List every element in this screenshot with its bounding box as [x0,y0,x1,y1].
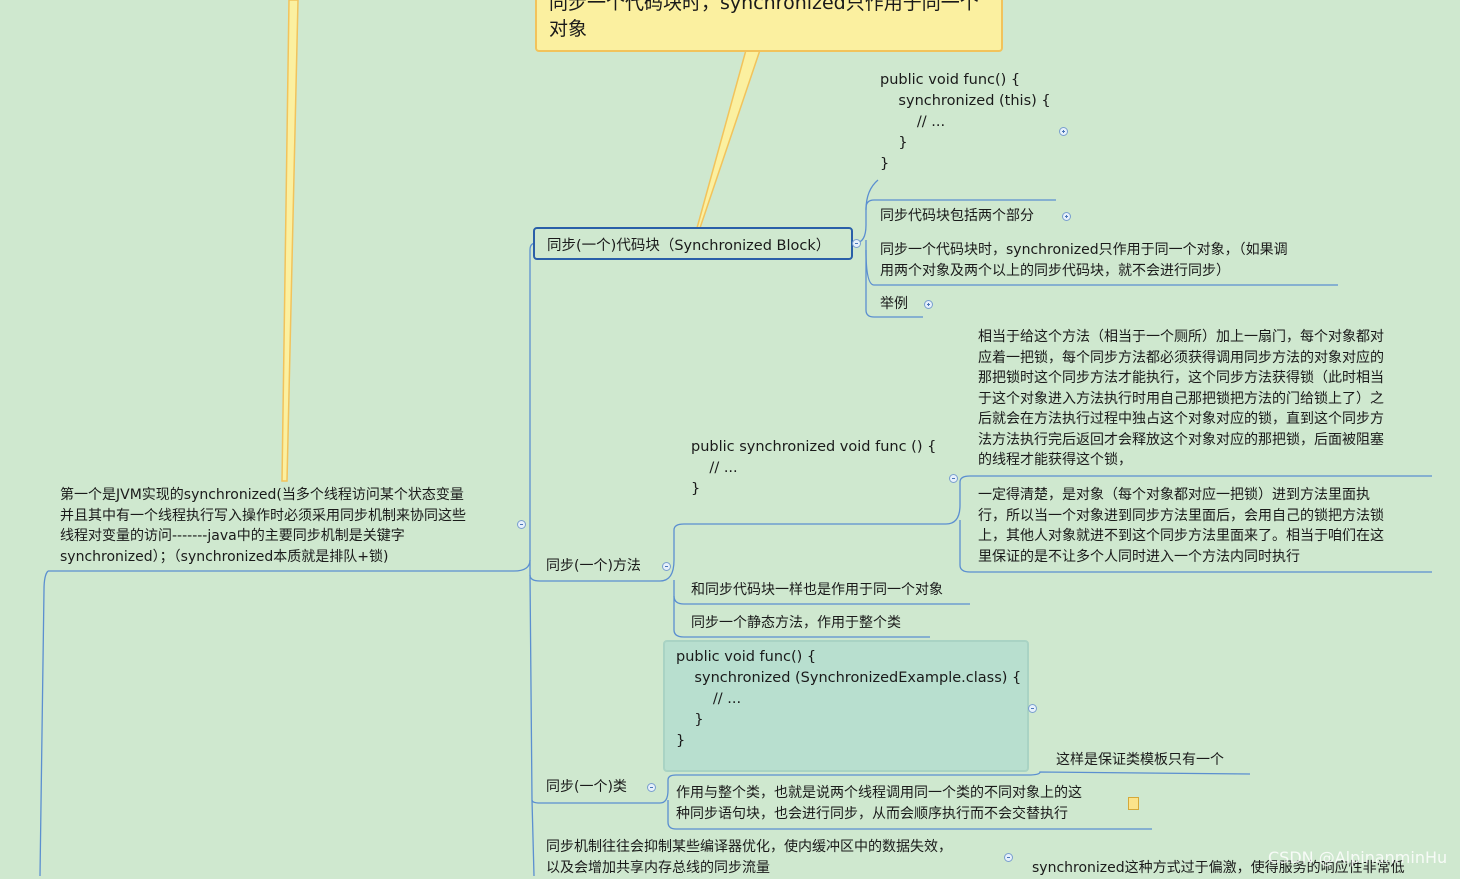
topic-label: 同步(一个)代码块（Synchronized Block） [547,238,831,254]
topic-lock-description[interactable]: 相当于给这个方法（相当于一个厕所）加上一扇门，每个对象都对 应着一把锁，每个同步… [978,327,1384,471]
topic-compiler-optimization[interactable]: 同步机制往往会抑制某些编译器优化，使内缓冲区中的数据失效， 以及会增加共享内存总… [546,837,952,878]
topic-line: 用两个对象及两个以上的同步代码块，就不会进行同步） [880,262,1230,279]
topic-line: 里保证的是不让多个人同时进入一个方法内同时执行 [978,548,1300,565]
code-block-class: public void func() { synchronized (Synch… [676,649,1022,749]
topic-synchronized-class[interactable]: 同步(一个)类 [546,777,627,798]
topic-line: 同步机制往往会抑制某些编译器优化，使内缓冲区中的数据失效， [546,839,952,855]
collapse-toggle-icon[interactable] [647,783,656,792]
topic-only-same-object[interactable]: 同步一个代码块时，synchronized只作用于同一个对象，（如果调 用两个对… [880,240,1288,281]
topic-same-as-block[interactable]: 和同步代码块一样也是作用于同一个对象 [691,580,943,601]
collapse-toggle-icon[interactable] [1004,853,1013,862]
topic-line: 那把锁时这个同步方法才能执行，这个同步方法获得锁（此时相当 [978,370,1384,386]
topic-synchronized-method[interactable]: 同步(一个)方法 [546,556,641,577]
topic-line: 后就会在方法执行过程中独占这个对象对应的锁，直到这个同步方 [978,411,1384,427]
topic-line: 同步一个代码块时，synchronized只作用于同一个对象，（如果调 [880,242,1288,258]
topic-line: 于这个对象进入方法执行时用自己那把锁把方法的门给锁上了）之 [978,390,1384,407]
collapse-toggle-icon[interactable] [949,474,958,483]
callout-pointer-block [696,49,762,229]
expand-toggle-icon[interactable] [924,300,933,309]
topic-whole-class[interactable]: 作用与整个类，也就是说两个线程调用同一个类的不同对象上的这 种同步语句块，也会进… [676,783,1082,824]
callout-pointer-left [281,0,299,482]
mind-map-canvas: 同步一个代码块时，synchronized只作用于同一个 对象 第一个是JVM实… [0,0,1460,876]
topic-line: 作用与整个类，也就是说两个线程调用同一个类的不同对象上的这 [676,785,1082,801]
code-block-method[interactable]: public synchronized void func () { // ..… [691,437,936,500]
topic-template-once[interactable]: 这样是保证类模板只有一个 [1056,750,1224,771]
root-line: 线程对变量的访问-------java中的主要同步机制是关键字 [60,528,405,544]
topic-line: 以及会增加共享内存总线的同步流量 [546,859,770,876]
topic-line: 的线程才能获得这个锁， [978,452,1132,468]
root-line: synchronized）；（synchronized本质就是排队+锁) [60,548,389,565]
expand-toggle-icon[interactable] [1059,127,1068,136]
topic-static-method[interactable]: 同步一个静态方法，作用于整个类 [691,613,901,634]
topic-line: 种同步语句块，也会进行同步，从而会顺序执行而不会交替执行 [676,805,1068,822]
topic-line: 相当于给这个方法（相当于一个厕所）加上一扇门，每个对象都对 [978,329,1384,345]
root-topic[interactable]: 第一个是JVM实现的synchronized(当多个线程访问某个状态变量 并且其… [60,485,466,567]
collapse-toggle-icon[interactable] [517,520,526,529]
callout-line-1: 同步一个代码块时，synchronized只作用于同一个 [549,0,979,14]
topic-example[interactable]: 举例 [880,294,908,315]
callout-note: 同步一个代码块时，synchronized只作用于同一个 对象 [535,0,1003,52]
code-block-this[interactable]: public void func() { synchronized (this)… [880,70,1051,175]
topic-synchronized-block[interactable]: 同步(一个)代码块（Synchronized Block） [533,227,853,260]
topic-line: 法方法执行完后返回才会释放这个对象对应的那把锁，后面被阻塞 [978,431,1384,448]
topic-two-parts[interactable]: 同步代码块包括两个部分 [880,206,1034,227]
callout-line-2: 对象 [549,18,588,40]
topic-object-enters-method[interactable]: 一定得清楚，是对象（每个对象都对应一把锁）进到方法里面执 行，所以当一个对象进到… [978,485,1384,567]
expand-toggle-icon[interactable] [1062,212,1071,221]
root-line: 并且其中有一个线程执行写入操作时必须采用同步机制来协同这些 [60,507,466,524]
watermark: CSDN @AlpinanminHu [1268,848,1448,867]
topic-line: 一定得清楚，是对象（每个对象都对应一把锁）进到方法里面执 [978,487,1370,503]
collapse-toggle-icon[interactable] [852,239,861,248]
topic-line: 行，所以当一个对象进到同步方法里面后，会用自己的锁把方法锁 [978,507,1384,524]
note-icon[interactable] [1128,797,1139,810]
root-line: 第一个是JVM实现的synchronized(当多个线程访问某个状态变量 [60,487,464,503]
collapse-toggle-icon[interactable] [662,562,671,571]
topic-line: 应着一把锁，每个同步方法都必须获得调用同步方法的对象对应的 [978,349,1384,366]
topic-line: 上，其他人对象就进不到这个同步方法里面来了。相当于咱们在这 [978,528,1384,544]
collapse-toggle-icon[interactable] [1028,704,1037,713]
